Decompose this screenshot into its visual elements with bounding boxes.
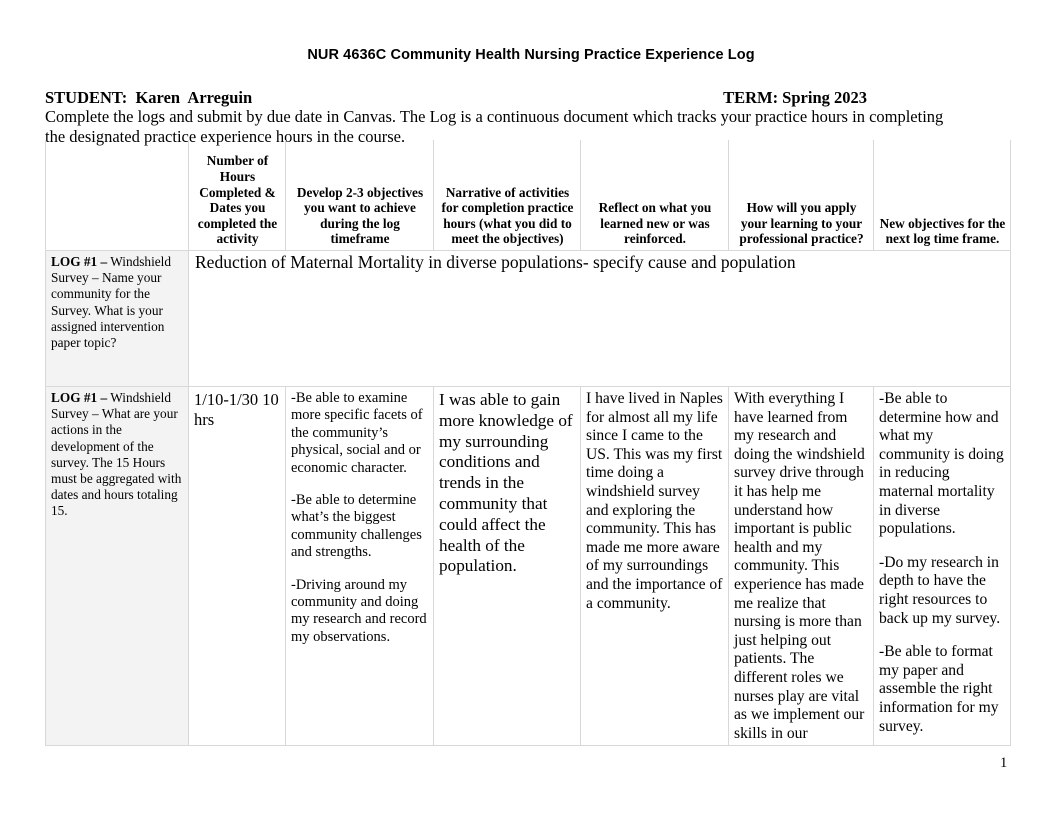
new-objective-item: -Be able to determine how and what my co… xyxy=(879,390,1004,538)
new-objective-item: -Do my research in depth to have the rig… xyxy=(879,553,1001,627)
document-page: NUR 4636C Community Health Nursing Pract… xyxy=(0,0,1062,822)
header-cell-new-objectives: New objectives for the next log time fra… xyxy=(873,140,1011,251)
document-title: NUR 4636C Community Health Nursing Pract… xyxy=(307,47,755,63)
log-2-narrative-cell: I was able to gain more knowledge of my … xyxy=(433,385,581,747)
header-cell-application: How will you apply your learning to your… xyxy=(728,140,874,251)
objective-item: -Driving around my community and doing m… xyxy=(291,576,427,645)
term-label: TERM: Spring 2023 xyxy=(723,88,867,107)
new-objective-item: -Be able to format my paper and assemble… xyxy=(879,643,999,735)
log-1-prompt-cell: LOG #1 – Windshield Survey – Name your c… xyxy=(45,250,189,387)
header-cell-reflection: Reflect on what you learned new or was r… xyxy=(580,140,729,251)
log-2-reflection-cell: I have lived in Naples for almost all my… xyxy=(580,385,729,747)
header-cell-objectives: Develop 2-3 objectives you want to achie… xyxy=(285,140,434,251)
log-2-prompt-bold: LOG #1 – xyxy=(51,390,108,405)
log-2-prompt-text: Windshield Survey – What are your action… xyxy=(51,390,182,519)
student-term-row: STUDENT: Karen Arreguin TERM: Spring 202… xyxy=(45,88,1010,107)
log-1-prompt-bold: LOG #1 – xyxy=(51,254,108,269)
header-cell-narrative: Narrative of activities for completion p… xyxy=(433,140,581,251)
objective-item: -Be able to determine what’s the biggest… xyxy=(291,492,422,561)
log-2-application-cell: With everything I have learned from my r… xyxy=(728,385,874,747)
page-number: 1 xyxy=(1000,755,1008,771)
student-name-label: STUDENT: Karen Arreguin xyxy=(45,88,253,107)
practice-experience-log-table: Number of Hours Completed & Dates you co… xyxy=(45,140,1011,747)
header-cell-hours: Number of Hours Completed & Dates you co… xyxy=(188,140,286,251)
log-2-objectives-cell: -Be able to examine more specific facets… xyxy=(285,385,434,747)
log-2-hours-cell: 1/10-1/30 10 hrs xyxy=(188,385,286,747)
table-header-row: Number of Hours Completed & Dates you co… xyxy=(45,140,1011,251)
log-2-prompt-cell: LOG #1 – Windshield Survey – What are yo… xyxy=(45,385,189,747)
table-row: LOG #1 – Windshield Survey – Name your c… xyxy=(45,250,1011,387)
log-2-new-objectives-cell: -Be able to determine how and what my co… xyxy=(873,385,1011,747)
table-row: LOG #1 – Windshield Survey – What are yo… xyxy=(45,385,1011,747)
header-cell-blank xyxy=(45,140,189,251)
log-1-topic-answer: Reduction of Maternal Mortality in diver… xyxy=(188,250,1011,387)
objective-item: -Be able to examine more specific facets… xyxy=(291,390,423,476)
